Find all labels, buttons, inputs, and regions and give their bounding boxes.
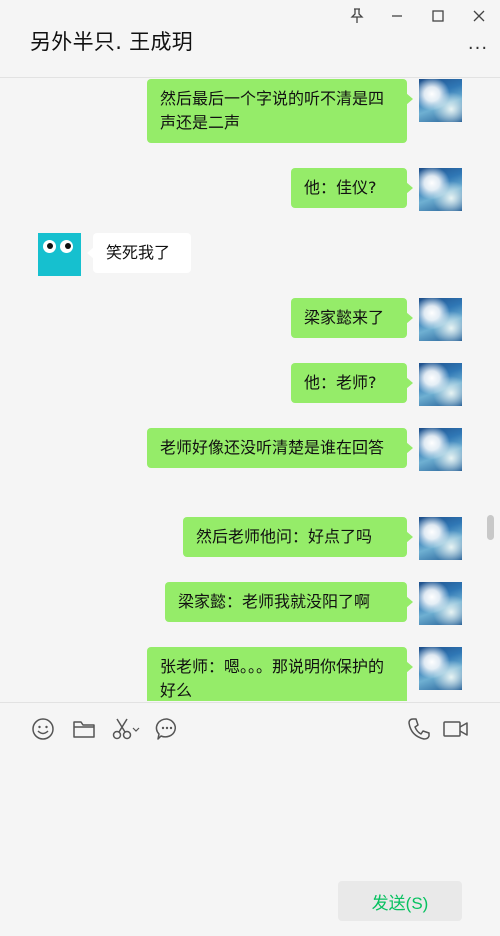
maximize-icon[interactable] (425, 4, 451, 28)
message-bubble[interactable]: 老师好像还没听清楚是谁在回答 (147, 428, 413, 468)
message-bubble[interactable]: 然后最后一个字说的听不清是四声还是二声 (147, 79, 413, 143)
divider (0, 702, 500, 703)
my-avatar[interactable] (419, 517, 462, 560)
pin-icon[interactable] (344, 4, 370, 28)
scrollbar-thumb[interactable] (487, 515, 494, 540)
my-avatar[interactable] (419, 298, 462, 341)
close-icon[interactable] (466, 4, 492, 28)
message-bubble[interactable]: 张老师：嗯。。。那说明你保护的好么 (147, 647, 413, 701)
more-button[interactable]: ··· (466, 38, 490, 59)
my-avatar[interactable] (419, 582, 462, 625)
message-bubble[interactable]: 笑死我了 (87, 233, 191, 273)
message-bubble[interactable]: 然后老师他问：好点了吗 (183, 517, 413, 557)
send-button[interactable]: 发送(S) (338, 881, 462, 921)
contact-avatar[interactable] (38, 233, 81, 276)
message-list[interactable]: 然后最后一个字说的听不清是四声还是二声 他：佳仪? 笑死我了 梁家懿来了 他：老… (0, 79, 500, 701)
scissors-icon[interactable] (111, 716, 141, 742)
message-bubble[interactable]: 梁家懿：老师我就没阳了啊 (165, 582, 413, 622)
message-bubble[interactable]: 他：佳仪? (291, 168, 413, 208)
message-bubble[interactable]: 梁家懿来了 (291, 298, 413, 338)
title-bar: 另外半只. 王成玥 ··· (0, 0, 500, 78)
my-avatar[interactable] (419, 79, 462, 122)
chat-title: 另外半只. 王成玥 (30, 30, 194, 54)
my-avatar[interactable] (419, 428, 462, 471)
emoji-icon[interactable] (30, 716, 56, 742)
minimize-icon[interactable] (384, 4, 410, 28)
message-input[interactable] (20, 758, 480, 868)
chat-history-icon[interactable] (154, 716, 180, 742)
my-avatar[interactable] (419, 647, 462, 690)
video-icon[interactable] (442, 716, 470, 742)
my-avatar[interactable] (419, 363, 462, 406)
my-avatar[interactable] (419, 168, 462, 211)
folder-icon[interactable] (71, 716, 97, 742)
phone-icon[interactable] (406, 716, 432, 742)
message-bubble[interactable]: 他：老师? (291, 363, 413, 403)
